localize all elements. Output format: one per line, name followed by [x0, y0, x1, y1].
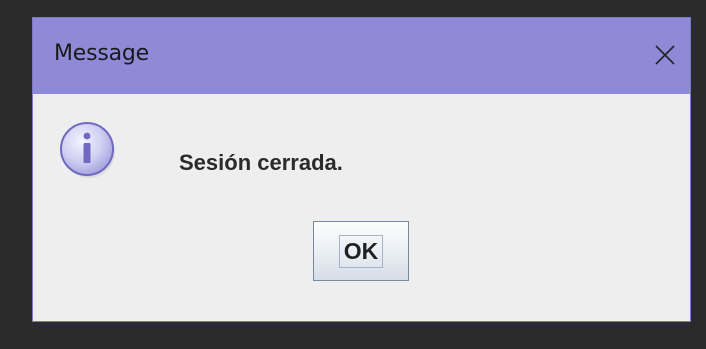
message-text: Sesión cerrada. — [179, 150, 343, 175]
title-bar[interactable]: Message — [33, 18, 690, 94]
message-dialog: Message Sesión cerrada. OK — [32, 17, 691, 322]
info-icon — [60, 122, 115, 178]
ok-button-label: OK — [343, 237, 379, 264]
close-icon — [655, 45, 675, 65]
ok-button[interactable]: OK — [313, 221, 409, 281]
focus-ring: OK — [338, 234, 384, 268]
dialog-title: Message — [54, 41, 150, 66]
close-button[interactable] — [648, 38, 682, 72]
